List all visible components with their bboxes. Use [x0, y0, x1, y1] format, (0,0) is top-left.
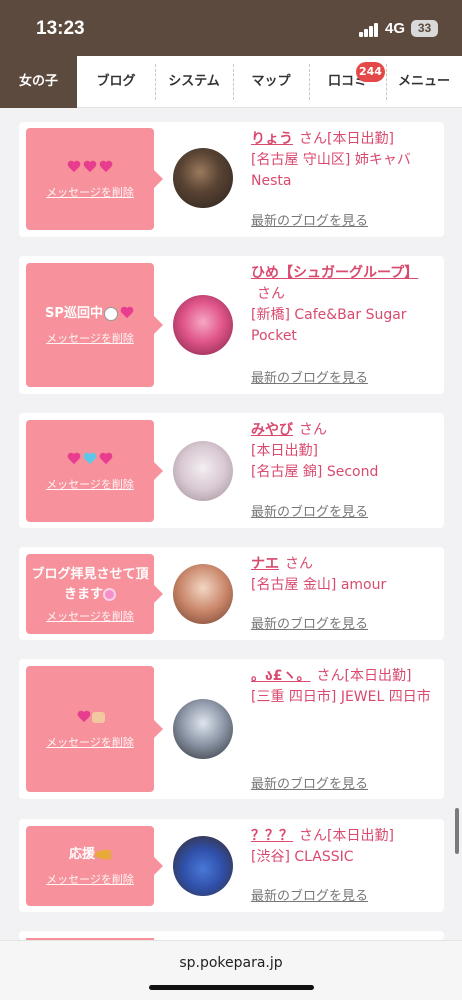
- tab-system[interactable]: システム: [155, 56, 233, 108]
- message-bubble: SP巡回中 メッセージを削除: [26, 263, 163, 387]
- shop-name[interactable]: [名古屋 守山区] 姉キャバNesta: [251, 152, 411, 189]
- home-indicator[interactable]: [149, 985, 314, 990]
- delete-message-link[interactable]: メッセージを削除: [46, 734, 134, 750]
- bunny-icon: [103, 306, 118, 321]
- battery-icon: 33: [411, 20, 438, 37]
- url-text[interactable]: sp.pokepara.jp: [0, 955, 462, 971]
- bubble-text: 応援: [65, 845, 115, 865]
- shop-name[interactable]: [渋谷] CLASSIC: [251, 849, 354, 865]
- girl-card: 応援 メッセージを削除 ？？？ さん[本日出勤] [渋谷] CLASSIC 最新の…: [19, 819, 444, 912]
- browser-address-bar[interactable]: sp.pokepara.jp: [0, 940, 462, 1000]
- bubble-emoji: [62, 450, 118, 470]
- thumbs-up-icon: [91, 712, 105, 723]
- attendance: [本日出勤]: [344, 668, 412, 684]
- heart-icon: [67, 161, 81, 174]
- honorific: さん: [299, 422, 327, 438]
- girl-card: メッセージを削除 。ა£ヽ。 さん[本日出勤] [三重 四日市] JEWEL 四日…: [19, 659, 444, 799]
- message-bubble: メッセージを削除: [26, 666, 163, 792]
- delete-message-link[interactable]: メッセージを削除: [46, 184, 134, 200]
- tab-map[interactable]: マップ: [233, 56, 309, 108]
- latest-blog-link[interactable]: 最新のブログを見る: [251, 501, 368, 520]
- attendance: [本日出勤]: [327, 131, 394, 147]
- shop-name[interactable]: [三重 四日市] JEWEL 四日市: [251, 689, 431, 705]
- delete-message-link[interactable]: メッセージを削除: [46, 330, 134, 346]
- signal-icon: [359, 23, 381, 37]
- bubble-text: SP巡回中: [41, 304, 139, 324]
- shop-name[interactable]: [新橋] Cafe&Bar Sugar Pocket: [251, 307, 407, 344]
- shop-name[interactable]: [名古屋 金山] amour: [251, 577, 386, 593]
- girl-name[interactable]: ひめ【シュガーグループ】: [251, 265, 418, 281]
- message-bubble: 応援 メッセージを削除: [26, 826, 163, 906]
- heart-icon: [67, 453, 81, 466]
- heart-icon: [99, 161, 113, 174]
- message-bubble: ブログ拝見させて頂きます メッセージを削除: [26, 554, 163, 634]
- latest-blog-link[interactable]: 最新のブログを見る: [251, 613, 368, 632]
- honorific: さん: [299, 131, 327, 147]
- bubble-text: ブログ拝見させて頂きます: [31, 566, 149, 602]
- clock: 13:23: [36, 18, 85, 39]
- scrollbar[interactable]: [455, 808, 459, 854]
- girl-info: みやび さん [本日出勤] [名古屋 錦] Second: [251, 420, 436, 483]
- girl-info: ？？？ さん[本日出勤] [渋谷] CLASSIC: [251, 826, 436, 868]
- bubble-emoji: [62, 158, 118, 178]
- message-bubble: メッセージを削除: [26, 128, 163, 230]
- bubble-emoji: [72, 708, 109, 728]
- avatar[interactable]: [173, 148, 233, 208]
- girl-name[interactable]: りょう: [251, 131, 293, 147]
- reviews-count-badge: 244: [356, 62, 385, 82]
- shop-name[interactable]: [名古屋 錦] Second: [251, 464, 378, 480]
- status-bar: 13:23 4G 33: [0, 0, 462, 56]
- girl-name[interactable]: みやび: [251, 422, 293, 438]
- network-type: 4G: [385, 20, 406, 37]
- tab-blog[interactable]: ブログ: [77, 56, 155, 108]
- tab-bar: 女の子 ブログ システム マップ 口コミ メニュー: [0, 56, 462, 108]
- avatar[interactable]: [173, 441, 233, 501]
- honorific: さん: [285, 556, 313, 572]
- honorific: さん: [316, 668, 345, 684]
- attendance: [本日出勤]: [327, 828, 394, 844]
- latest-blog-link[interactable]: 最新のブログを見る: [251, 773, 368, 792]
- heart-icon: [77, 711, 91, 724]
- girl-card: ブログ拝見させて頂きます メッセージを削除 ナエ さん [名古屋 金山] amou…: [19, 547, 444, 640]
- honorific: さん: [257, 286, 285, 302]
- delete-message-link[interactable]: メッセージを削除: [46, 476, 134, 492]
- avatar[interactable]: [173, 295, 233, 355]
- girl-info: りょう さん[本日出勤] [名古屋 守山区] 姉キャバNesta: [251, 129, 436, 192]
- latest-blog-link[interactable]: 最新のブログを見る: [251, 210, 368, 229]
- girl-card: [19, 931, 444, 940]
- attendance: [本日出勤]: [251, 443, 318, 459]
- delete-message-link[interactable]: メッセージを削除: [46, 608, 134, 624]
- tab-menu[interactable]: メニュー: [386, 56, 462, 108]
- girl-name[interactable]: ？？？: [251, 828, 293, 844]
- tab-girls[interactable]: 女の子: [0, 56, 77, 108]
- flower-icon: [103, 587, 116, 601]
- girl-info: ナエ さん [名古屋 金山] amour: [251, 554, 436, 596]
- girl-info: ひめ【シュガーグループ】さん [新橋] Cafe&Bar Sugar Pocke…: [251, 263, 436, 347]
- girl-name[interactable]: ナエ: [251, 556, 279, 572]
- delete-message-link[interactable]: メッセージを削除: [46, 871, 134, 887]
- girl-card: メッセージを削除 りょう さん[本日出勤] [名古屋 守山区] 姉キャバNesta…: [19, 122, 444, 237]
- heart-icon: [83, 453, 97, 466]
- honorific: さん: [299, 828, 327, 844]
- girl-info: 。ა£ヽ。 さん[本日出勤] [三重 四日市] JEWEL 四日市: [251, 666, 436, 708]
- message-bubble: メッセージを削除: [26, 420, 163, 522]
- avatar[interactable]: [173, 564, 233, 624]
- girl-card: メッセージを削除 みやび さん [本日出勤] [名古屋 錦] Second 最新の…: [19, 413, 444, 528]
- heart-icon: [99, 453, 113, 466]
- avatar[interactable]: [173, 836, 233, 896]
- avatar[interactable]: [173, 699, 233, 759]
- girl-card: SP巡回中 メッセージを削除 ひめ【シュガーグループ】さん [新橋] Cafe&…: [19, 256, 444, 394]
- girl-name[interactable]: 。ა£ヽ。: [251, 668, 311, 684]
- heart-icon: [83, 161, 97, 174]
- megaphone-icon: [95, 849, 111, 860]
- heart-icon: [120, 307, 134, 320]
- latest-blog-link[interactable]: 最新のブログを見る: [251, 367, 368, 386]
- latest-blog-link[interactable]: 最新のブログを見る: [251, 885, 368, 904]
